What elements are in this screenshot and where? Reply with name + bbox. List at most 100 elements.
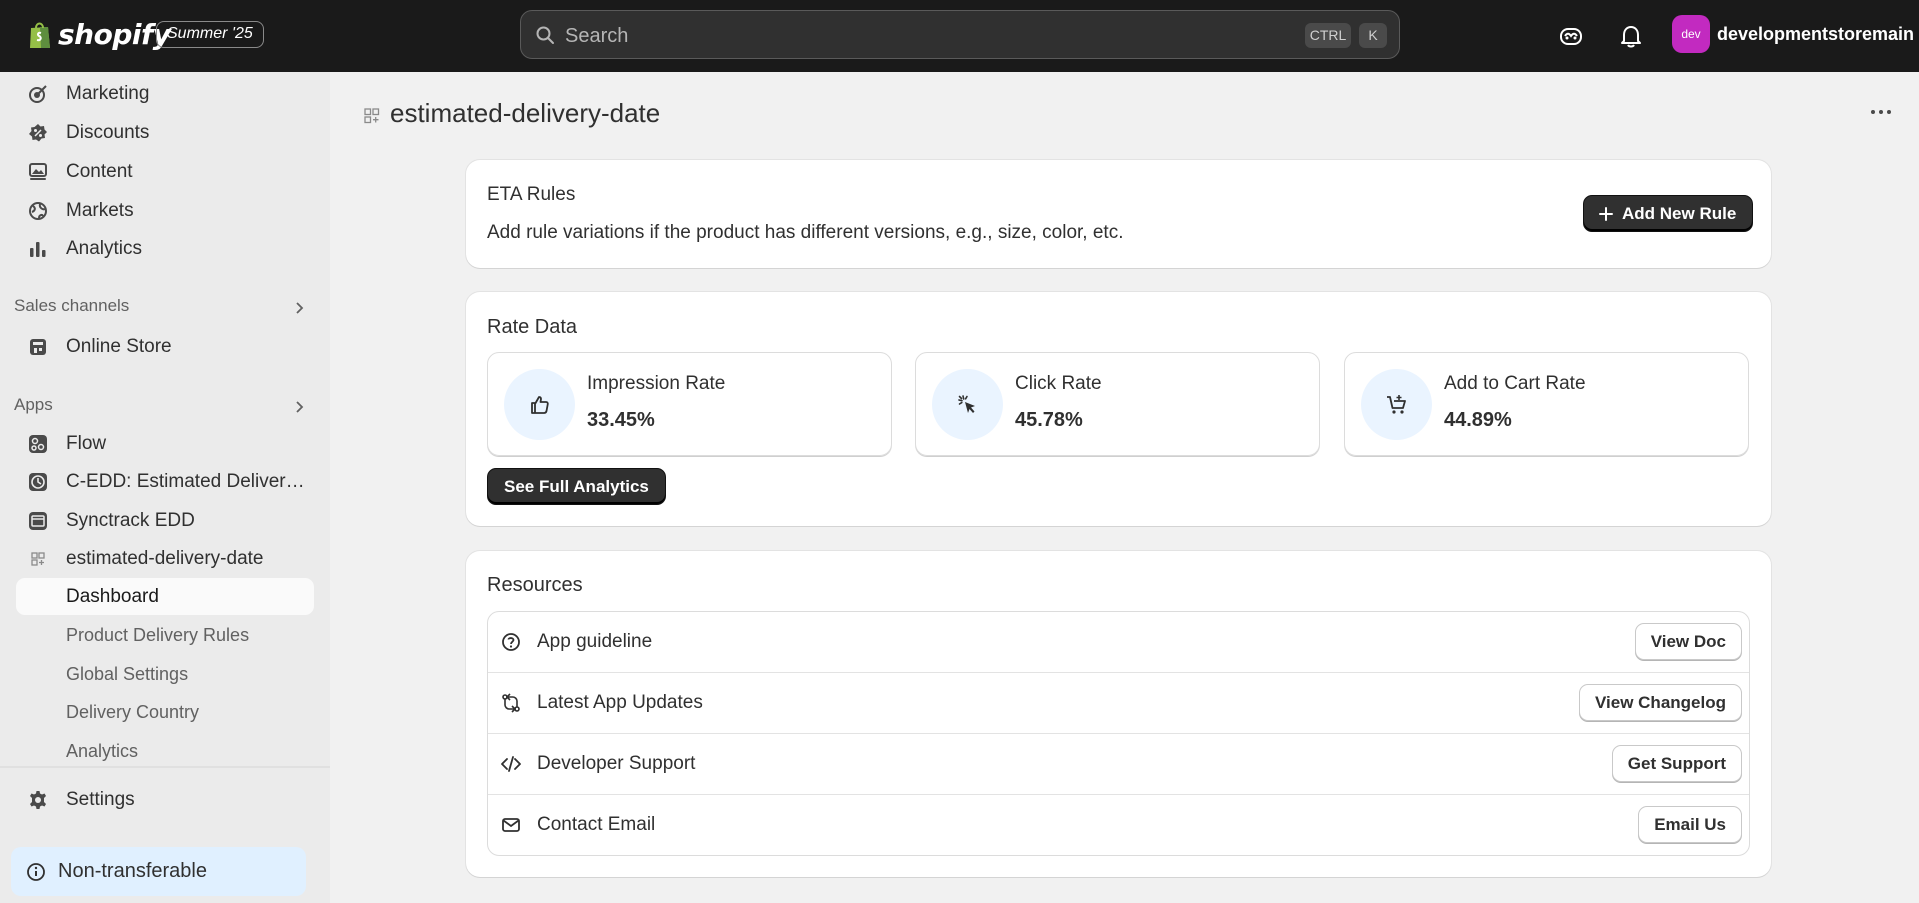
cart-add-icon (1387, 395, 1406, 414)
sidebar-item-analytics[interactable]: Analytics (16, 230, 314, 267)
resource-row-developer-support: Developer Support Get Support (488, 734, 1749, 795)
plus-icon (1599, 207, 1613, 221)
sidebar-item-label: Settings (66, 788, 135, 810)
click-rate-card: Click Rate 45.78% (915, 352, 1320, 456)
eta-rules-card: ETA Rules Add rule variations if the pro… (466, 160, 1771, 268)
page-header: estimated-delivery-date (330, 72, 1919, 152)
question-circle-icon (502, 633, 520, 651)
sidebar-item-label: Marketing (66, 82, 150, 104)
rate-data-card: Rate Data Impression Rate 33.45% Click R… (466, 292, 1771, 526)
shortcut-ctrl-key: CTRL (1305, 23, 1351, 48)
sidebar-item-label: Delivery Country (66, 702, 200, 722)
sidebar-item-label: Online Store (66, 335, 172, 357)
add-new-rule-label: Add New Rule (1622, 204, 1737, 223)
sidebar-item-label: Global Settings (66, 664, 189, 684)
click-icon-badge (932, 369, 1003, 440)
add-to-cart-rate-label: Add to Cart Rate (1444, 373, 1586, 394)
changelog-icon (502, 693, 520, 713)
target-icon (29, 85, 47, 103)
non-transferable-badge[interactable]: Non-transferable (11, 847, 306, 896)
get-support-button[interactable]: Get Support (1611, 745, 1742, 782)
add-new-rule-button[interactable]: Add New Rule (1583, 195, 1754, 232)
sidebar-item-markets[interactable]: Markets (16, 192, 314, 229)
sidebar-item-flow[interactable]: Flow (16, 425, 314, 462)
app-grid-icon (31, 552, 45, 566)
eta-rules-title: ETA Rules (487, 184, 576, 205)
thumbs-up-icon (531, 396, 549, 414)
sidebar-item-label: Analytics (66, 237, 143, 259)
eta-rules-description: Add rule variations if the product has d… (487, 222, 1124, 243)
sidebar-item-label: Markets (66, 199, 134, 221)
view-changelog-button[interactable]: View Changelog (1579, 684, 1742, 721)
globe-icon (29, 202, 47, 220)
see-full-analytics-button[interactable]: See Full Analytics (487, 468, 666, 505)
resources-title: Resources (487, 574, 583, 596)
avatar[interactable]: dev (1672, 15, 1710, 53)
search-bar[interactable]: Search CTRL K (520, 10, 1400, 59)
shopify-bag-icon (30, 22, 50, 48)
sidebar-item-label: C-EDD: Estimated Delivery Date (66, 470, 312, 492)
email-us-button[interactable]: Email Us (1638, 806, 1742, 843)
search-input[interactable]: Search (565, 25, 628, 48)
chevron-right-icon[interactable] (292, 300, 308, 316)
store-name[interactable]: developmentstoremain (1717, 24, 1914, 45)
sidebar-subitem-analytics[interactable]: Analytics (16, 733, 314, 770)
add-to-cart-rate-value: 44.89% (1444, 409, 1512, 431)
bell-icon[interactable] (1617, 22, 1645, 50)
sidebar-item-discounts[interactable]: Discounts (16, 114, 314, 151)
sidebar-item-online-store[interactable]: Online Store (16, 328, 314, 365)
resource-label: Developer Support (537, 753, 696, 774)
sidebar-item-content[interactable]: Content (16, 153, 314, 190)
page-title: estimated-delivery-date (390, 98, 661, 128)
sidebar-item-label: Discounts (66, 121, 150, 143)
bar-chart-icon (30, 242, 46, 257)
sidebar-subitem-delivery-country[interactable]: Delivery Country (16, 694, 314, 731)
sidebar-divider (0, 766, 330, 768)
sidebar-item-label: Flow (66, 432, 107, 454)
shopify-wordmark: shopify (58, 18, 171, 51)
sidebar-item-estimated-delivery-date[interactable]: estimated-delivery-date (16, 540, 314, 577)
cursor-click-icon (958, 395, 975, 413)
sidebar-subitem-dashboard[interactable]: Dashboard (16, 578, 314, 615)
sidebar-item-marketing[interactable]: Marketing (16, 75, 314, 112)
search-icon (536, 26, 554, 44)
sidekick-icon[interactable] (1557, 22, 1585, 50)
store-icon (30, 339, 46, 355)
chevron-right-icon[interactable] (292, 399, 308, 415)
flow-icon (29, 435, 47, 453)
info-icon (27, 863, 45, 881)
top-bar: shopify Summer '25 Search CTRL K dev dev… (0, 0, 1919, 72)
discount-icon (29, 124, 47, 142)
rate-data-title: Rate Data (487, 316, 578, 338)
edition-badge[interactable]: Summer '25 (156, 21, 264, 48)
shortcut-k-key: K (1359, 23, 1387, 48)
code-icon (501, 756, 521, 772)
sidebar-item-label: estimated-delivery-date (66, 547, 264, 569)
sidebar-subitem-global-settings[interactable]: Global Settings (16, 656, 314, 693)
click-rate-label: Click Rate (1015, 373, 1102, 394)
sidebar-item-settings[interactable]: Settings (16, 781, 314, 818)
sidebar-item-label: Content (66, 160, 133, 182)
sales-channels-heading: Sales channels (14, 296, 130, 315)
sidebar-subitem-product-delivery-rules[interactable]: Product Delivery Rules (16, 617, 314, 654)
impression-rate-label: Impression Rate (587, 373, 726, 394)
more-options-icon[interactable] (1869, 100, 1893, 124)
cart-icon-badge (1361, 369, 1432, 440)
impression-icon-badge (504, 369, 575, 440)
resource-row-latest-updates: Latest App Updates View Changelog (488, 673, 1749, 734)
app-grid-icon (364, 108, 380, 124)
add-to-cart-rate-card: Add to Cart Rate 44.89% (1344, 352, 1749, 456)
sidebar-item-synctrack-edd[interactable]: Synctrack EDD (16, 502, 314, 539)
impression-rate-card: Impression Rate 33.45% (487, 352, 892, 456)
sidebar-item-label: Synctrack EDD (66, 509, 195, 531)
sidebar-item-c-edd[interactable]: C-EDD: Estimated Delivery Date (16, 463, 314, 500)
shopify-logo[interactable]: shopify (28, 18, 171, 51)
non-transferable-label: Non-transferable (58, 860, 207, 882)
view-doc-button[interactable]: View Doc (1634, 623, 1742, 660)
apps-heading: Apps (14, 395, 53, 414)
resources-card: Resources App guideline View Doc Latest … (466, 551, 1771, 877)
click-rate-value: 45.78% (1015, 409, 1083, 431)
content-icon (29, 163, 47, 180)
resource-row-app-guideline: App guideline View Doc (488, 612, 1749, 673)
email-icon (502, 818, 520, 832)
